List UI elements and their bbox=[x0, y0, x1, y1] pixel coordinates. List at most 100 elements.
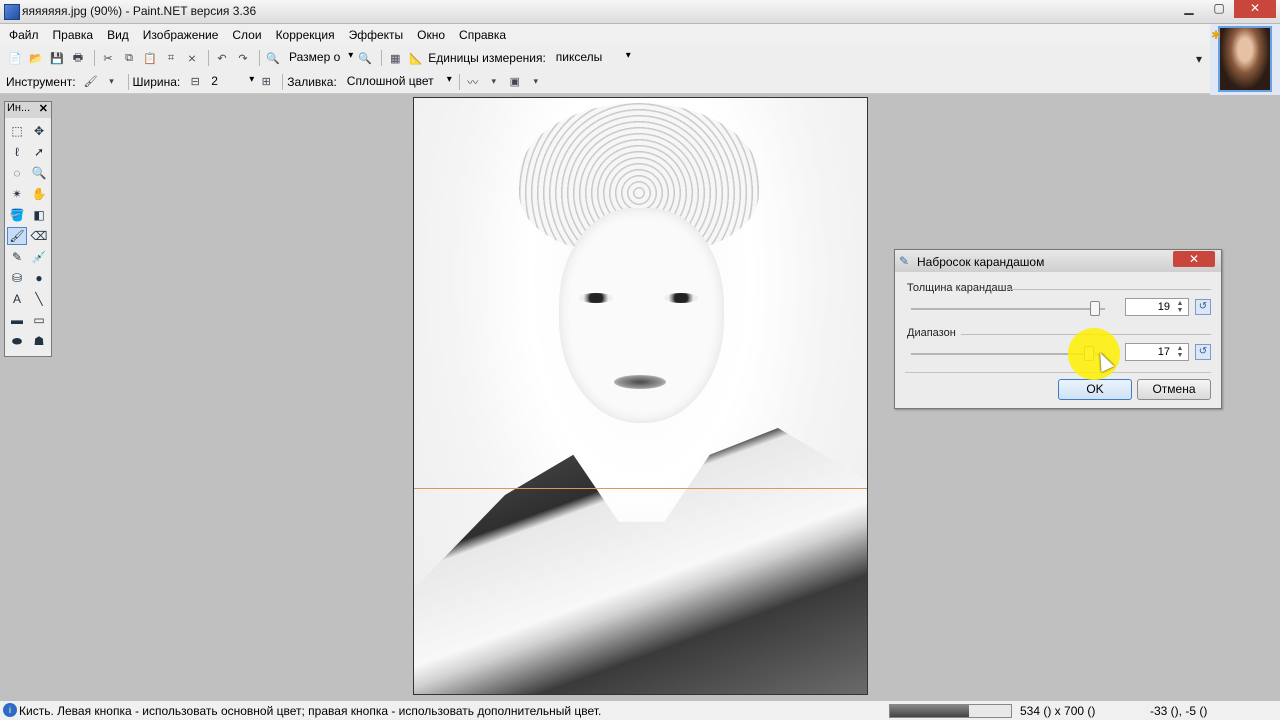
new-icon[interactable]: 📄 bbox=[6, 49, 24, 67]
move-selected-icon[interactable]: ✥ bbox=[29, 122, 49, 140]
pan-icon[interactable]: ✋ bbox=[29, 185, 49, 203]
ok-button[interactable]: OK bbox=[1058, 379, 1132, 400]
menu-file[interactable]: Файл bbox=[2, 24, 46, 46]
units-label: Единицы измерения: bbox=[428, 51, 546, 65]
fill-select[interactable]: Сплошной цвет bbox=[343, 73, 455, 91]
lasso-icon[interactable]: ℓ bbox=[7, 143, 27, 161]
chevron-down-icon[interactable]: ▾ bbox=[103, 73, 121, 91]
zoom-out-icon[interactable]: 🔍 bbox=[264, 49, 282, 67]
menu-window[interactable]: Окно bbox=[410, 24, 452, 46]
spinner-icon[interactable]: ▲ ▼ bbox=[1173, 345, 1187, 359]
undo-icon[interactable]: ↶ bbox=[213, 49, 231, 67]
menu-adjustments[interactable]: Коррекция bbox=[269, 24, 342, 46]
menu-effects[interactable]: Эффекты bbox=[342, 24, 411, 46]
separator bbox=[208, 50, 209, 66]
maximize-button[interactable]: ▢ bbox=[1204, 0, 1234, 18]
separator bbox=[259, 50, 260, 66]
reset-icon[interactable]: ↺ bbox=[1195, 344, 1211, 360]
separator bbox=[94, 50, 95, 66]
move-selection-icon[interactable]: ➚ bbox=[29, 143, 49, 161]
image-thumbnail-panel: ✱ bbox=[1210, 24, 1280, 96]
canvas-lips bbox=[614, 375, 666, 389]
menu-bar: Файл Правка Вид Изображение Слои Коррекц… bbox=[0, 24, 1210, 46]
paintbrush-icon[interactable]: 🖌 bbox=[7, 227, 27, 245]
gradient-icon[interactable]: ◧ bbox=[29, 206, 49, 224]
line-icon[interactable]: ╲ bbox=[29, 290, 49, 308]
canvas-guide-line bbox=[414, 488, 867, 489]
antialias-icon[interactable]: 〰 bbox=[464, 73, 482, 91]
star-icon: ✱ bbox=[1211, 28, 1222, 42]
freeform-icon[interactable]: ☗ bbox=[29, 332, 49, 350]
chevron-down-icon[interactable]: ▾ bbox=[527, 73, 545, 91]
crop-icon[interactable]: ⌗ bbox=[162, 49, 180, 67]
tools-panel-close[interactable]: ✕ bbox=[39, 102, 48, 115]
ellipse-icon[interactable]: ⬬ bbox=[7, 332, 27, 350]
menu-image[interactable]: Изображение bbox=[136, 24, 226, 46]
canvas-eye-left bbox=[579, 293, 613, 303]
copy-icon[interactable]: ⧉ bbox=[120, 49, 138, 67]
menu-help[interactable]: Справка bbox=[452, 24, 513, 46]
deselect-icon[interactable]: ⨯ bbox=[183, 49, 201, 67]
paste-icon[interactable]: 📋 bbox=[141, 49, 159, 67]
pencil-sketch-dialog: ✎ Набросок карандашом ✕ Толщина карандаш… bbox=[894, 249, 1222, 409]
zoom-combo[interactable]: Размер о bbox=[285, 49, 356, 67]
canvas-drape bbox=[414, 428, 867, 694]
tools-panel-header: Ин... ✕ bbox=[5, 102, 51, 118]
window-controls: ▁ ▢ ✕ bbox=[1174, 0, 1276, 18]
main-toolbar: 📄 📂 💾 🖶 ✂ ⧉ 📋 ⌗ ⨯ ↶ ↷ 🔍 Размер о 🔍 ▦ 📐 Е… bbox=[0, 46, 1210, 70]
clone-stamp-icon[interactable]: ⛁ bbox=[7, 269, 27, 287]
brush-icon[interactable]: 🖌 bbox=[82, 73, 100, 91]
menu-layers[interactable]: Слои bbox=[225, 24, 268, 46]
units-select[interactable]: пикселы bbox=[552, 49, 634, 67]
text-icon[interactable]: A bbox=[7, 290, 27, 308]
save-icon[interactable]: 💾 bbox=[48, 49, 66, 67]
thumbnail-dropdown-icon[interactable]: ▾ bbox=[1196, 52, 1202, 66]
color-picker-icon[interactable]: 💉 bbox=[29, 248, 49, 266]
pencil-thickness-label: Толщина карандаша bbox=[907, 282, 1013, 294]
cut-icon[interactable]: ✂ bbox=[99, 49, 117, 67]
recolor-icon[interactable]: ● bbox=[29, 269, 49, 287]
chevron-down-icon[interactable]: ▾ bbox=[485, 73, 503, 91]
redo-icon[interactable]: ↷ bbox=[234, 49, 252, 67]
magic-wand-icon[interactable]: ✴ bbox=[7, 185, 27, 203]
pencil-icon[interactable]: ✎ bbox=[7, 248, 27, 266]
grid-icon[interactable]: ▦ bbox=[386, 49, 404, 67]
open-icon[interactable]: 📂 bbox=[27, 49, 45, 67]
plus-icon[interactable]: ⊞ bbox=[257, 73, 275, 91]
zoom-in-icon[interactable]: 🔍 bbox=[356, 49, 374, 67]
bucket-icon[interactable]: 🪣 bbox=[7, 206, 27, 224]
dialog-title-bar: ✎ Набросок карандашом ✕ bbox=[895, 250, 1221, 272]
cancel-button[interactable]: Отмена bbox=[1137, 379, 1211, 400]
range-input[interactable]: 17 ▲ ▼ bbox=[1125, 343, 1189, 361]
ruler-icon[interactable]: 📐 bbox=[407, 49, 425, 67]
spinner-icon[interactable]: ▲ ▼ bbox=[1173, 300, 1187, 314]
width-select[interactable]: 2 bbox=[207, 73, 257, 91]
image-canvas[interactable] bbox=[413, 97, 868, 695]
print-icon[interactable]: 🖶 bbox=[69, 49, 87, 67]
zoom-icon[interactable]: 🔍 bbox=[29, 164, 49, 182]
pencil-thickness-track[interactable] bbox=[911, 308, 1105, 310]
reset-icon[interactable]: ↺ bbox=[1195, 299, 1211, 315]
tool-label: Инструмент: bbox=[6, 74, 76, 89]
pencil-thickness-input[interactable]: 19 ▲ ▼ bbox=[1125, 298, 1189, 316]
ellipse-select-icon[interactable]: ◌ bbox=[7, 164, 27, 182]
minus-icon[interactable]: ⊟ bbox=[186, 73, 204, 91]
title-bar: яяяяяяя.jpg (90%) - Paint.NET версия 3.3… bbox=[0, 0, 1280, 24]
pencil-icon: ✎ bbox=[899, 254, 910, 268]
rounded-rect-icon[interactable]: ▭ bbox=[29, 311, 49, 329]
rectangle-icon[interactable]: ▬ bbox=[7, 311, 27, 329]
rect-select-icon[interactable]: ⬚ bbox=[7, 122, 27, 140]
eraser-icon[interactable]: ⌫ bbox=[29, 227, 49, 245]
fill-label: Заливка: bbox=[287, 74, 337, 89]
group-line bbox=[1007, 289, 1211, 290]
image-thumbnail[interactable] bbox=[1218, 26, 1272, 92]
dialog-close-button[interactable]: ✕ bbox=[1173, 251, 1215, 267]
close-button[interactable]: ✕ bbox=[1234, 0, 1276, 18]
pencil-thickness-slider[interactable] bbox=[1090, 301, 1101, 316]
status-bar: i Кисть. Левая кнопка - использовать осн… bbox=[0, 700, 1280, 720]
progress-bar bbox=[889, 704, 1012, 718]
minimize-button[interactable]: ▁ bbox=[1174, 0, 1204, 18]
menu-edit[interactable]: Правка bbox=[46, 24, 101, 46]
menu-view[interactable]: Вид bbox=[100, 24, 136, 46]
blend-icon[interactable]: ▣ bbox=[506, 73, 524, 91]
